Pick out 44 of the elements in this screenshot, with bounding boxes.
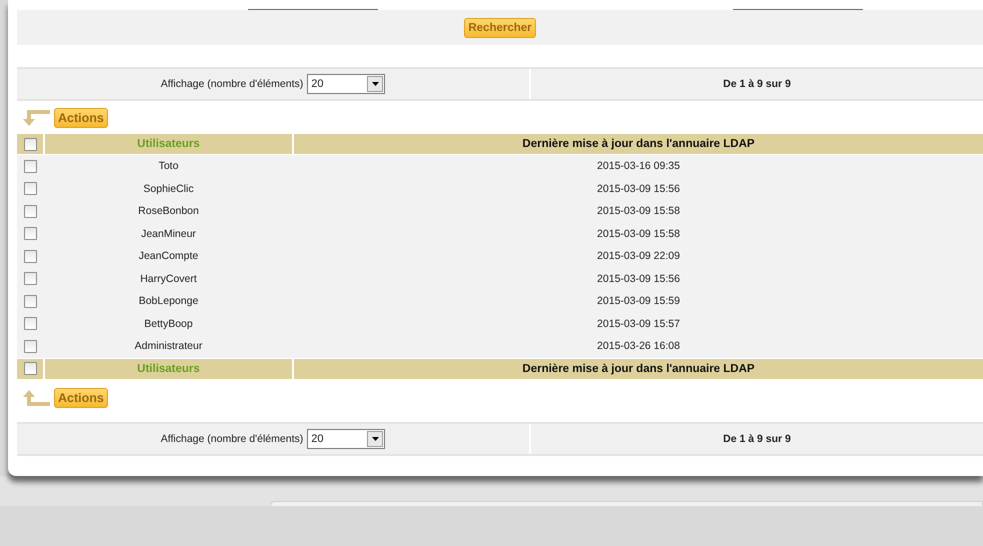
table-cell: SophieClic: [143, 182, 194, 195]
page-size-label: Affichage (nombre d'éléments): [160, 78, 304, 90]
table-cell: 2015-03-09 15:56: [597, 182, 680, 195]
up-arrow-icon: [22, 388, 52, 406]
table-cell: BettyBoop: [144, 318, 193, 330]
table-cell: 2015-03-09 22:09: [597, 250, 680, 262]
table-cell: 2015-03-16 09:35: [597, 160, 680, 172]
result-range: De 1 à 9 sur 9: [723, 432, 791, 444]
table-cell: 2015-03-09 15:58: [597, 228, 680, 240]
checkbox[interactable]: [24, 340, 36, 353]
down-arrow-icon: [22, 109, 52, 127]
checkbox[interactable]: [24, 227, 36, 240]
table-cell: Administrateur: [134, 340, 202, 352]
column-header[interactable]: Utilisateurs: [45, 134, 292, 154]
table-cell: JeanCompte: [138, 250, 198, 262]
table-cell: JeanMineur: [141, 228, 196, 240]
table-cell: 2015-03-26 16:08: [597, 340, 680, 352]
page-size-select[interactable]: 20: [307, 428, 386, 448]
checkbox[interactable]: [24, 317, 36, 330]
checkbox[interactable]: [24, 294, 36, 308]
checkbox[interactable]: [24, 160, 36, 173]
result-range: De 1 à 9 sur 9: [723, 78, 791, 90]
page-size-label: Affichage (nombre d'éléments): [160, 432, 304, 444]
actions-button[interactable]: Actions: [54, 108, 108, 128]
checkbox[interactable]: [24, 138, 36, 150]
search-button[interactable]: Rechercher: [464, 18, 536, 38]
checkbox[interactable]: [24, 362, 36, 375]
table-cell: Toto: [158, 160, 178, 172]
table-cell: RoseBonbon: [138, 205, 199, 218]
checkbox[interactable]: [24, 250, 36, 263]
table-cell: BobLeponge: [138, 295, 198, 308]
table-cell: 2015-03-09 15:59: [597, 295, 680, 308]
table-cell: 2015-03-09 15:56: [597, 272, 680, 285]
table-cell: HarryCovert: [140, 272, 197, 285]
page-size-select[interactable]: 20: [307, 74, 386, 94]
column-header: Dernière mise à jour dans l'annuaire LDAP: [294, 134, 983, 154]
table-cell: 2015-03-09 15:58: [597, 205, 680, 218]
actions-button[interactable]: Actions: [54, 388, 108, 408]
checkbox[interactable]: [24, 182, 36, 196]
column-header: Dernière mise à jour dans l'annuaire LDAP: [294, 358, 983, 378]
table-cell: 2015-03-09 15:57: [597, 318, 680, 330]
checkbox[interactable]: [24, 204, 36, 218]
checkbox[interactable]: [24, 272, 36, 286]
column-header[interactable]: Utilisateurs: [45, 358, 292, 378]
